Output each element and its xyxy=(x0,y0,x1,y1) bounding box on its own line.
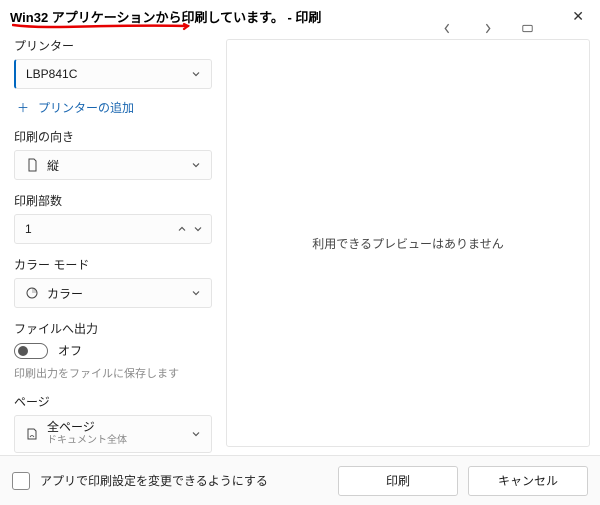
plus-icon: ＋ xyxy=(16,99,30,116)
copies-value: 1 xyxy=(15,222,169,236)
chevron-down-icon xyxy=(189,288,203,298)
fit-page-icon[interactable] xyxy=(508,18,546,38)
pages-select[interactable]: 全ページ ドキュメント全体 xyxy=(14,415,212,453)
window-title: Win32 アプリケーションから印刷しています。 - 印刷 xyxy=(10,7,321,26)
add-printer-link[interactable]: ＋ プリンターの追加 xyxy=(14,99,212,116)
pages-icon xyxy=(25,427,39,441)
chevron-down-icon xyxy=(189,429,203,439)
color-mode-label: カラー モード xyxy=(14,256,212,273)
file-output-helper: 印刷出力をファイルに保存します xyxy=(14,365,212,381)
orientation-value: 縦 xyxy=(47,157,181,174)
copies-spinner[interactable]: 1 xyxy=(14,214,212,244)
chevron-down-icon xyxy=(189,160,203,170)
file-output-state: オフ xyxy=(58,342,82,359)
pages-value: 全ページ xyxy=(47,421,181,435)
app-settings-checkbox[interactable] xyxy=(12,472,30,490)
next-page-button[interactable] xyxy=(468,18,506,38)
toggle-knob xyxy=(18,346,28,356)
add-printer-label: プリンターの追加 xyxy=(38,99,134,116)
copies-down-button[interactable] xyxy=(191,215,205,243)
file-output-label: ファイルへ出力 xyxy=(14,320,212,337)
portrait-icon xyxy=(25,158,39,172)
cancel-button-label: キャンセル xyxy=(498,472,558,489)
orientation-select[interactable]: 縦 xyxy=(14,150,212,180)
color-icon xyxy=(25,286,39,300)
bottom-bar: アプリで印刷設定を変更できるようにする 印刷 キャンセル xyxy=(0,455,600,505)
copies-up-button[interactable] xyxy=(175,215,189,243)
prev-page-button[interactable] xyxy=(428,18,466,38)
orientation-label: 印刷の向き xyxy=(14,128,212,145)
print-button[interactable]: 印刷 xyxy=(338,466,458,496)
file-output-toggle[interactable] xyxy=(14,343,48,359)
pages-sub: ドキュメント全体 xyxy=(47,435,181,447)
color-mode-value: カラー xyxy=(47,285,181,302)
settings-panel: プリンター LBP841C ＋ プリンターの追加 印刷の向き 縦 xyxy=(14,37,212,453)
pages-label: ページ xyxy=(14,393,212,410)
close-icon[interactable]: ✕ xyxy=(566,6,590,27)
printer-label: プリンター xyxy=(14,37,212,54)
printer-value: LBP841C xyxy=(26,67,181,81)
cancel-button[interactable]: キャンセル xyxy=(468,466,588,496)
preview-pane: 利用できるプレビューはありません xyxy=(226,39,590,447)
preview-message: 利用できるプレビューはありません xyxy=(312,235,503,252)
copies-label: 印刷部数 xyxy=(14,192,212,209)
print-button-label: 印刷 xyxy=(386,472,410,489)
app-settings-label: アプリで印刷設定を変更できるようにする xyxy=(40,472,328,489)
printer-select[interactable]: LBP841C xyxy=(14,59,212,89)
chevron-down-icon xyxy=(189,69,203,79)
color-mode-select[interactable]: カラー xyxy=(14,278,212,308)
